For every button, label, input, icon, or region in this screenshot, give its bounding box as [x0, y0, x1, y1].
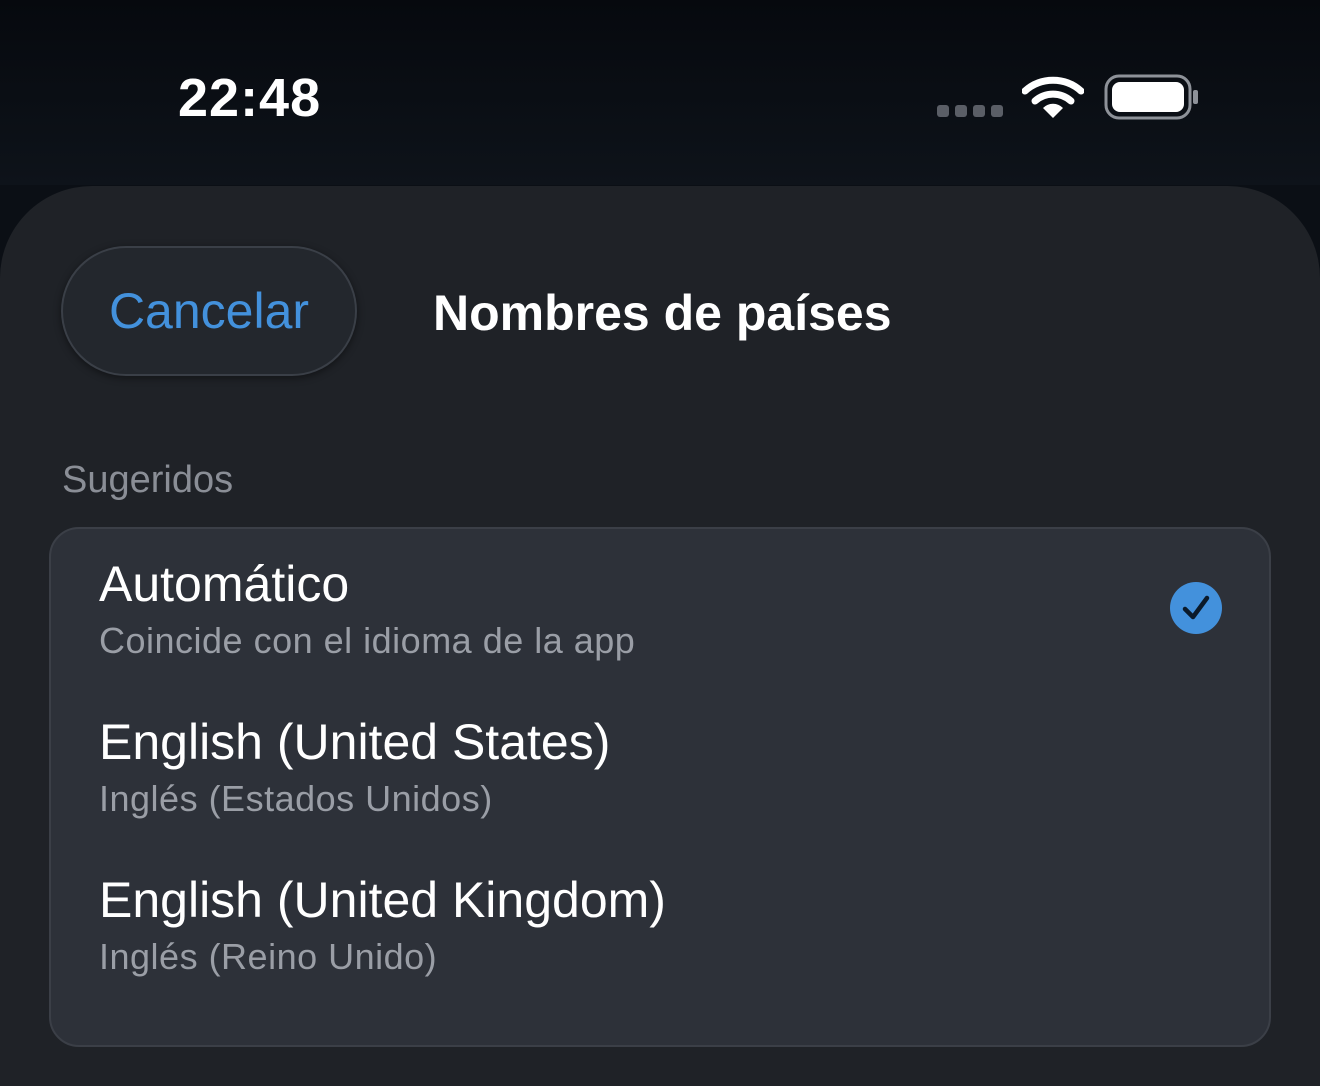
item-title: English (United States) [99, 714, 611, 770]
cancel-button[interactable]: Cancelar [61, 246, 357, 376]
status-time: 22:48 [178, 68, 322, 128]
item-title: English (United Kingdom) [99, 872, 666, 928]
section-header-suggested: Sugeridos [62, 459, 234, 501]
status-bar: 22:48 [0, 0, 1320, 185]
item-subtitle: Inglés (Estados Unidos) [99, 778, 493, 819]
battery-icon [1104, 74, 1198, 120]
wifi-icon [1022, 76, 1084, 118]
checkmark-icon [1170, 582, 1222, 634]
list-item-english-uk[interactable]: English (United Kingdom) Inglés (Reino U… [51, 845, 1269, 1003]
signal-icon [937, 105, 1003, 117]
item-title: Automático [99, 556, 350, 612]
list-item-english-us[interactable]: English (United States) Inglés (Estados … [51, 687, 1269, 845]
page-title: Nombres de países [433, 285, 892, 341]
item-subtitle: Coincide con el idioma de la app [99, 620, 636, 661]
item-subtitle: Inglés (Reino Unido) [99, 936, 438, 977]
language-list: Automático Coincide con el idioma de la … [49, 527, 1271, 1047]
list-item-automatic[interactable]: Automático Coincide con el idioma de la … [51, 529, 1269, 687]
